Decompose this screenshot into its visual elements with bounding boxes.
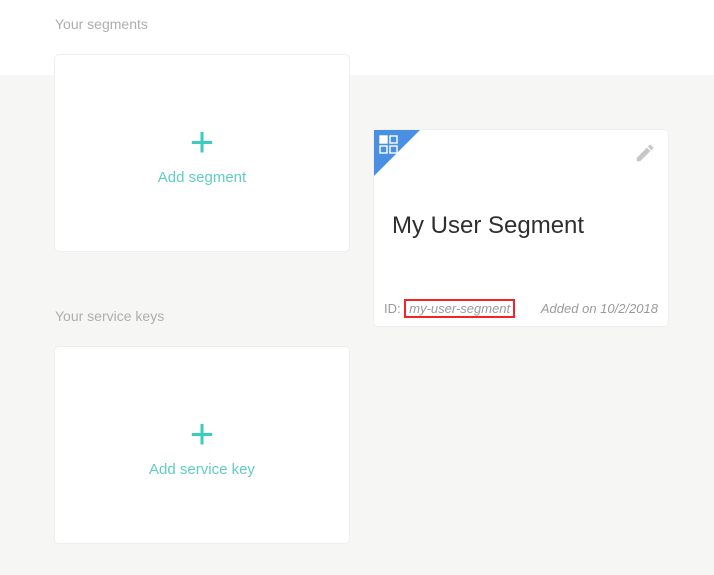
add-service-key-card[interactable]: + Add service key (55, 347, 349, 543)
plus-icon: + (190, 121, 215, 163)
segment-added: Added on 10/2/2018 (541, 301, 658, 316)
segments-heading: Your segments (55, 16, 148, 32)
plus-icon: + (190, 413, 215, 455)
segment-id-label: ID: (384, 301, 401, 316)
segment-card[interactable]: My User Segment ID: my-user-segment Adde… (374, 130, 668, 326)
add-service-key-label: Add service key (149, 461, 255, 478)
edit-icon[interactable] (634, 142, 656, 164)
segment-id-value: my-user-segment (404, 299, 515, 318)
grid-icon (379, 135, 399, 155)
add-segment-label: Add segment (158, 169, 246, 186)
service-keys-heading: Your service keys (55, 308, 164, 324)
add-segment-card[interactable]: + Add segment (55, 55, 349, 251)
segment-title: My User Segment (392, 212, 584, 240)
